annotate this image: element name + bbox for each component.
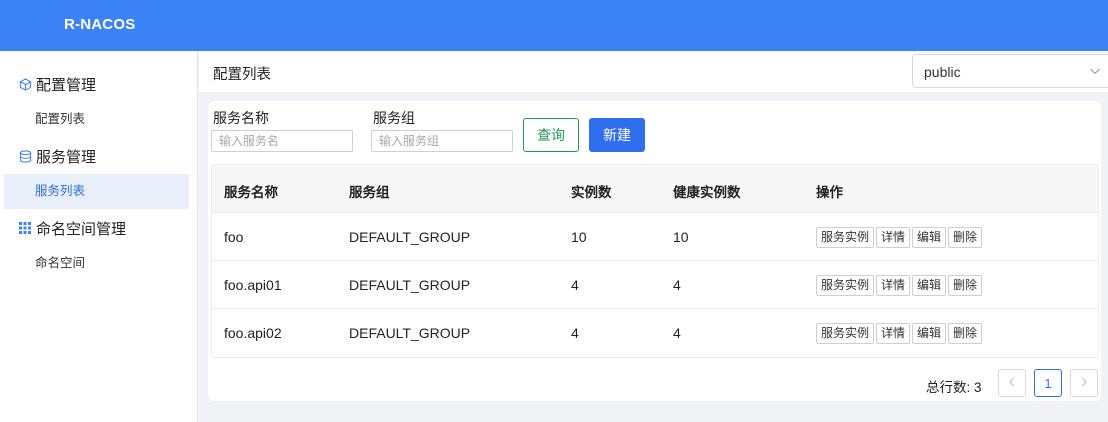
sidebar-item-namespace[interactable]: 命名空间 (35, 254, 85, 272)
query-button[interactable]: 查询 (523, 118, 579, 152)
page-header: 配置列表 public (199, 51, 1108, 92)
next-page-button[interactable] (1070, 369, 1098, 397)
edit-button[interactable]: 编辑 (912, 323, 947, 344)
sidebar-group-service[interactable]: 服务管理 (18, 144, 96, 168)
service-instance-button[interactable]: 服务实例 (816, 275, 875, 296)
chevron-right-icon (1080, 376, 1088, 391)
table-row: foo.api01 DEFAULT_GROUP 4 4 服务实例 详情 编辑 删… (212, 261, 1098, 309)
service-instance-button[interactable]: 服务实例 (816, 227, 875, 248)
sidebar-group-config[interactable]: 配置管理 (18, 72, 96, 96)
service-name-input[interactable] (211, 130, 353, 152)
prev-page-button[interactable] (998, 369, 1026, 397)
delete-button[interactable]: 删除 (948, 227, 983, 248)
instance-count-cell: 4 (571, 325, 579, 341)
row-actions: 服务实例 详情 编辑 删除 (816, 227, 984, 248)
row-actions: 服务实例 详情 编辑 删除 (816, 275, 984, 296)
service-name-label: 服务名称 (213, 110, 269, 126)
namespace-value: public (924, 64, 961, 80)
total-rows-text: 总行数: 3 (926, 380, 982, 395)
row-actions: 服务实例 详情 编辑 删除 (816, 323, 984, 344)
column-header: 服务组 (349, 185, 390, 200)
healthy-count-cell: 4 (673, 325, 681, 341)
service-name-cell: foo.api02 (224, 325, 282, 341)
chevron-left-icon (1008, 376, 1016, 391)
service-instance-button[interactable]: 服务实例 (816, 323, 875, 344)
service-name-cell: foo.api01 (224, 277, 282, 293)
edit-button[interactable]: 编辑 (912, 275, 947, 296)
column-header: 实例数 (571, 185, 612, 200)
instance-count-cell: 10 (571, 229, 587, 245)
instance-count-cell: 4 (571, 277, 579, 293)
detail-button[interactable]: 详情 (876, 275, 911, 296)
healthy-count-cell: 4 (673, 277, 681, 293)
service-name-cell: foo (224, 229, 244, 245)
service-group-input[interactable] (371, 130, 513, 152)
detail-button[interactable]: 详情 (876, 323, 911, 344)
sidebar-group-namespace[interactable]: 命名空间管理 (18, 216, 126, 240)
active-item-highlight (4, 174, 189, 209)
delete-button[interactable]: 删除 (948, 323, 983, 344)
new-button[interactable]: 新建 (589, 118, 645, 152)
detail-button[interactable]: 详情 (876, 227, 911, 248)
sidebar-group-label: 命名空间管理 (36, 220, 127, 238)
sidebar-group-label: 配置管理 (36, 76, 97, 94)
edit-button[interactable]: 编辑 (912, 227, 947, 248)
table-header: 服务名称 服务组 实例数 健康实例数 操作 (212, 165, 1098, 213)
sidebar: 配置管理 配置列表 服务管理 服务列表 命名空间管理 命名空间 (0, 51, 198, 422)
brand-logo[interactable]: R-NACOS (64, 16, 135, 33)
healthy-count-cell: 10 (673, 229, 689, 245)
table-row: foo DEFAULT_GROUP 10 10 服务实例 详情 编辑 删除 (212, 213, 1098, 261)
chevron-down-icon (1089, 63, 1101, 84)
namespace-select[interactable]: public (912, 54, 1108, 88)
column-header: 服务名称 (224, 185, 278, 200)
service-group-cell: DEFAULT_GROUP (349, 277, 471, 293)
service-table: 服务名称 服务组 实例数 健康实例数 操作 foo DEFAULT_GROUP … (211, 164, 1099, 358)
table-row: foo.api02 DEFAULT_GROUP 4 4 服务实例 详情 编辑 删… (212, 309, 1098, 357)
page-title: 配置列表 (213, 67, 271, 83)
service-group-label: 服务组 (373, 110, 415, 126)
delete-button[interactable]: 删除 (948, 275, 983, 296)
column-header: 健康实例数 (673, 185, 741, 200)
grid-icon (18, 221, 32, 235)
database-icon (18, 149, 32, 163)
service-list-card: 服务名称 服务组 查询 新建 服务名称 服务组 实例数 健康实例数 操作 foo… (208, 101, 1101, 401)
column-header: 操作 (816, 185, 843, 200)
service-group-cell: DEFAULT_GROUP (349, 229, 471, 245)
top-bar: R-NACOS (0, 0, 1108, 51)
sidebar-item-service-list[interactable]: 服务列表 (35, 182, 85, 200)
sidebar-group-label: 服务管理 (36, 148, 97, 166)
page-number-button[interactable]: 1 (1034, 369, 1062, 397)
cube-icon (18, 77, 32, 91)
service-group-cell: DEFAULT_GROUP (349, 325, 471, 341)
sidebar-item-config-list[interactable]: 配置列表 (35, 110, 85, 128)
